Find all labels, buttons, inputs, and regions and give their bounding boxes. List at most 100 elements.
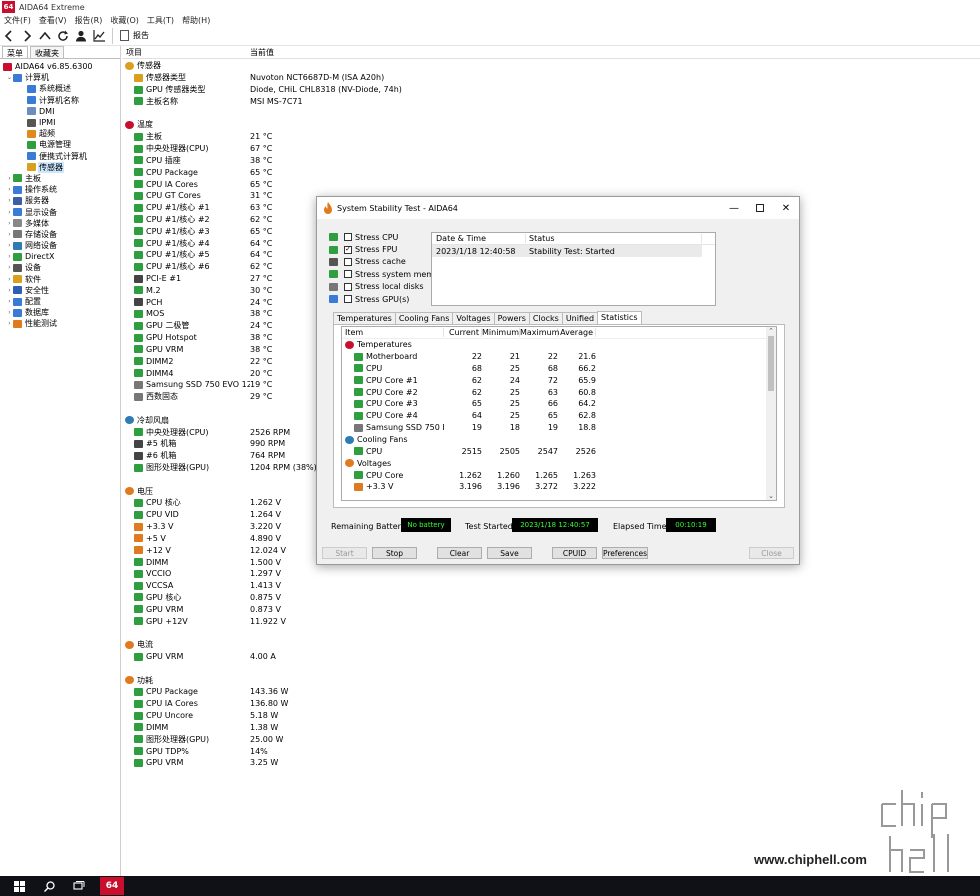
scroll-thumb[interactable] <box>768 336 774 391</box>
menu-favorites[interactable]: 收藏(O) <box>106 15 143 26</box>
sensor-row[interactable]: GPU 核心 0.875 V <box>122 592 682 604</box>
sensor-row[interactable]: GPU VRM 3.25 W <box>122 757 682 769</box>
tree-item[interactable]: 电源管理 <box>0 139 120 150</box>
tab-statistics[interactable]: Statistics <box>597 311 642 325</box>
section-row[interactable]: 功耗 <box>122 674 682 686</box>
tree-item[interactable]: › 数据库 <box>0 307 120 318</box>
stats-maximum-header[interactable]: Maximum <box>520 327 559 337</box>
expander-closed-icon[interactable]: › <box>6 309 13 316</box>
stats-row[interactable]: CPU Core 1.262 1.260 1.265 1.263 <box>342 469 776 481</box>
tree-item[interactable]: › 显示设备 <box>0 206 120 217</box>
sensor-row[interactable]: GPU VRM 0.873 V <box>122 603 682 615</box>
stats-section-row[interactable]: Voltages <box>342 457 776 469</box>
stats-row[interactable]: CPU Core #1 62 24 72 65.9 <box>342 374 776 386</box>
tab-menu[interactable]: 菜单 <box>2 46 28 58</box>
report-button[interactable]: 报告 <box>117 27 152 45</box>
stats-row[interactable]: Samsung SSD 750 EV... 19 18 19 18.8 <box>342 422 776 434</box>
tree-item[interactable]: › 操作系统 <box>0 184 120 195</box>
tree-item[interactable]: DMI <box>0 106 120 117</box>
stress-checkbox[interactable] <box>344 282 352 291</box>
user-button[interactable] <box>72 27 90 45</box>
tree-item[interactable]: ⌄ 计算机 <box>0 72 120 83</box>
stress-option[interactable]: ✓ Stress FPU <box>329 243 447 255</box>
stats-minimum-header[interactable]: Minimum <box>482 327 520 337</box>
stress-checkbox[interactable] <box>344 295 352 304</box>
tree-item[interactable]: AIDA64 v6.85.6300 <box>0 61 120 72</box>
sensor-row[interactable]: CPU Package 65 °C <box>122 166 682 178</box>
preferences-button[interactable]: Preferences <box>602 547 648 559</box>
stats-section-row[interactable]: Temperatures <box>342 339 776 351</box>
search-button[interactable] <box>34 876 64 896</box>
section-row[interactable]: 传感器 <box>122 60 682 72</box>
start-menu-button[interactable] <box>4 876 34 896</box>
cpuid-button[interactable]: CPUID <box>552 547 597 559</box>
menu-file[interactable]: 文件(F) <box>0 15 35 26</box>
sensor-row[interactable]: 图形处理器(GPU) 25.00 W <box>122 733 682 745</box>
tree-item[interactable]: › 设备 <box>0 262 120 273</box>
column-item-header[interactable]: 项目 <box>122 47 250 58</box>
stats-row[interactable]: CPU Core #3 65 25 66 64.2 <box>342 398 776 410</box>
sensor-row[interactable]: 主板名称 MSI MS-7C71 <box>122 95 682 107</box>
tree-item[interactable]: IPMI <box>0 117 120 128</box>
stress-checkbox[interactable] <box>344 270 352 279</box>
stress-option[interactable]: Stress system memory <box>329 268 447 280</box>
scroll-down-icon[interactable]: ⌄ <box>766 492 776 500</box>
tree-item[interactable]: › DirectX <box>0 251 120 262</box>
expander-closed-icon[interactable]: › <box>6 186 13 193</box>
stats-row[interactable]: CPU Core #2 62 25 63 60.8 <box>342 386 776 398</box>
expander-closed-icon[interactable]: › <box>6 264 13 271</box>
tree-item[interactable]: › 软件 <box>0 274 120 285</box>
log-row[interactable]: 2023/1/18 12:40:58 Stability Test: Start… <box>432 245 702 257</box>
tree-item[interactable]: 超频 <box>0 128 120 139</box>
stats-row[interactable]: CPU Core #4 64 25 65 62.8 <box>342 410 776 422</box>
section-row[interactable]: 温度 <box>122 119 682 131</box>
stress-checkbox[interactable] <box>344 233 352 242</box>
sensor-row[interactable]: GPU +12V 11.922 V <box>122 615 682 627</box>
tab-favorites[interactable]: 收藏夹 <box>30 46 64 58</box>
sensor-row[interactable]: CPU IA Cores 136.80 W <box>122 698 682 710</box>
menu-help[interactable]: 帮助(H) <box>178 15 214 26</box>
stats-current-header[interactable]: Current <box>444 327 482 337</box>
sensor-row[interactable]: GPU 传感器类型 Diode, CHiL CHL8318 (NV-Diode, … <box>122 84 682 96</box>
stress-checkbox[interactable]: ✓ <box>344 245 352 254</box>
expander-closed-icon[interactable]: › <box>6 253 13 260</box>
expander-closed-icon[interactable]: › <box>6 197 13 204</box>
sensor-row[interactable]: 传感器类型 Nuvoton NCT6687D-M (ISA A20h) <box>122 72 682 84</box>
expander-closed-icon[interactable]: › <box>6 175 13 182</box>
expander-closed-icon[interactable]: › <box>6 320 13 327</box>
tree-item[interactable]: › 网络设备 <box>0 240 120 251</box>
tree-item[interactable]: 便携式计算机 <box>0 151 120 162</box>
tree-item[interactable]: 计算机名称 <box>0 95 120 106</box>
tree-item[interactable]: › 多媒体 <box>0 218 120 229</box>
refresh-button[interactable] <box>54 27 72 45</box>
scroll-up-icon[interactable]: ⌃ <box>766 327 776 335</box>
tree-item[interactable]: › 主板 <box>0 173 120 184</box>
stats-section-row[interactable]: Cooling Fans <box>342 434 776 446</box>
stats-row[interactable]: CPU 68 25 68 66.2 <box>342 363 776 375</box>
taskbar-aida64[interactable]: 64 <box>100 877 124 895</box>
sensor-row[interactable]: GPU VRM 4.00 A <box>122 651 682 663</box>
log-status-header[interactable]: Status <box>526 234 702 243</box>
chart-button[interactable] <box>90 27 108 45</box>
stats-average-header[interactable]: Average <box>558 327 596 337</box>
tree-item[interactable]: 传感器 <box>0 161 120 173</box>
expander-closed-icon[interactable]: › <box>6 209 13 216</box>
tree-item[interactable]: 系统概述 <box>0 83 120 94</box>
sensor-row[interactable]: 主板 21 °C <box>122 131 682 143</box>
stats-row[interactable]: Motherboard 22 21 22 21.6 <box>342 351 776 363</box>
expander-closed-icon[interactable]: › <box>6 287 13 294</box>
sensor-row[interactable]: GPU TDP% 14% <box>122 745 682 757</box>
forward-button[interactable] <box>18 27 36 45</box>
sensor-row[interactable]: 中央处理器(CPU) 67 °C <box>122 143 682 155</box>
save-button[interactable]: Save <box>487 547 532 559</box>
expander-closed-icon[interactable]: › <box>6 220 13 227</box>
stress-checkbox[interactable] <box>344 257 352 266</box>
sensor-row[interactable]: CPU 插座 38 °C <box>122 155 682 167</box>
expander-closed-icon[interactable]: › <box>6 242 13 249</box>
back-button[interactable] <box>0 27 18 45</box>
menu-view[interactable]: 查看(V) <box>35 15 71 26</box>
sensor-row[interactable]: CPU Package 143.36 W <box>122 686 682 698</box>
expander-closed-icon[interactable]: › <box>6 298 13 305</box>
expander-open-icon[interactable]: ⌄ <box>6 74 13 81</box>
stress-option[interactable]: Stress local disks <box>329 281 447 293</box>
